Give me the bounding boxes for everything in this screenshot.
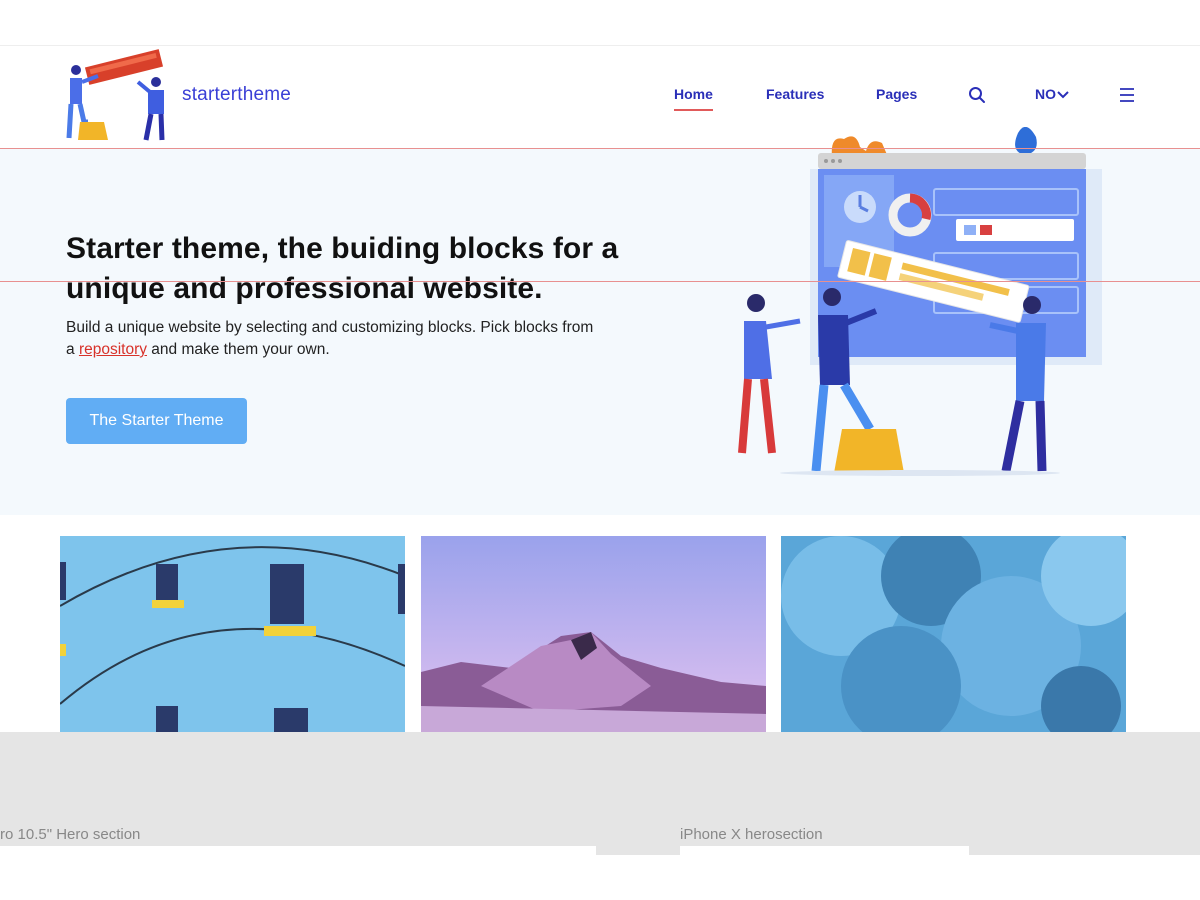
logo-text: startertheme [182,84,292,105]
guide-line [0,281,1200,282]
blue-smoke-photo [781,536,1126,732]
preview-label-tablet: ro 10.5" Hero section [0,826,141,843]
language-selector[interactable]: NO [1035,86,1069,102]
top-strip [0,0,1200,46]
nav-home-label: Home [674,86,713,102]
active-nav-underline [674,109,713,111]
logo-illustration [66,49,165,141]
starter-theme-button[interactable]: The Starter Theme [66,398,247,444]
hero-title: Starter theme, the buiding blocks for a … [66,232,619,305]
blue-building-photo [60,536,405,732]
hamburger-menu-icon[interactable] [1119,87,1135,103]
guide-line [0,148,1200,149]
nav-pages[interactable]: Pages [876,86,917,102]
image-gallery [0,515,1200,732]
logo-link[interactable]: startertheme [64,46,304,146]
hero-illustration [738,127,1102,476]
repository-link[interactable]: repository [79,341,147,358]
preview-band: ro 10.5" Hero section iPhone X herosecti… [0,732,1200,900]
bottom-margin [0,855,1200,900]
chevron-down-icon [1057,91,1069,99]
preview-label-iphone: iPhone X herosection [680,826,823,843]
search-icon[interactable] [968,86,986,104]
hero-section: Starter theme, the buiding blocks for a … [0,127,1200,515]
language-label: NO [1035,86,1056,102]
nav-home[interactable]: Home [674,86,713,111]
nav-features[interactable]: Features [766,86,824,102]
hero-description: Build a unique website by selecting and … [66,317,606,361]
mountain-photo [421,536,766,732]
hero-description-text-end: and make them your own. [147,341,330,358]
